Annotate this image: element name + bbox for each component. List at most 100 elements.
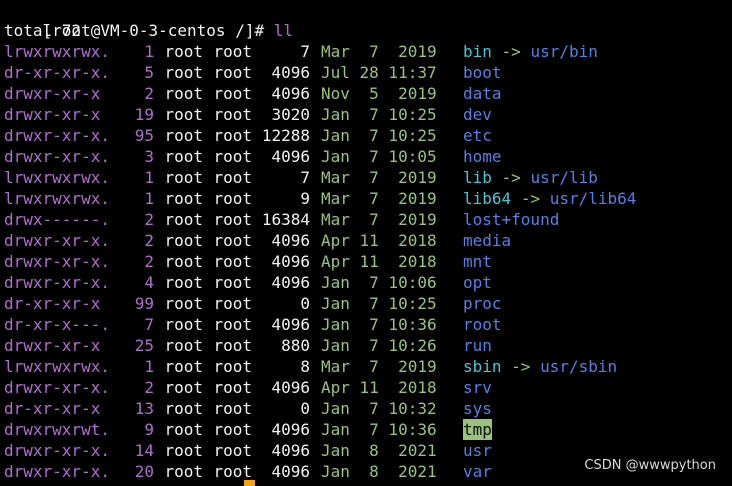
owner: root: [164, 105, 203, 124]
file-name[interactable]: etc: [463, 125, 492, 146]
listing-row: drwxr-xr-x 19 root root 3020 Jan 7 10:25 dev: [4, 104, 732, 125]
group: root: [213, 84, 252, 103]
permissions: drwxr-xr-x.: [4, 231, 110, 250]
link-count: 4: [144, 273, 154, 292]
file-name[interactable]: lib: [463, 167, 492, 188]
permissions: dr-xr-x---.: [4, 315, 110, 334]
file-name[interactable]: run: [463, 335, 492, 356]
group: root: [213, 315, 252, 334]
symlink-target: usr/bin: [530, 42, 598, 61]
group: root: [213, 336, 252, 355]
listing-row: drwxr-xr-x. 2 root root 4096 Apr 11 2018 srv: [4, 377, 732, 398]
file-name[interactable]: lost+found: [463, 209, 559, 230]
modified-date: Mar 7 2019: [321, 189, 437, 208]
modified-date: Nov 5 2019: [321, 84, 437, 103]
file-size: 0: [300, 399, 310, 418]
file-name[interactable]: media: [463, 230, 511, 251]
file-name[interactable]: srv: [463, 377, 492, 398]
group: root: [213, 189, 252, 208]
owner: root: [164, 231, 203, 250]
modified-date: Apr 11 2018: [321, 252, 437, 271]
link-count: 1: [144, 168, 154, 187]
terminal-output[interactable]: [root@VM-0-3-centos /]# ll total 72 lrwx…: [4, 0, 732, 485]
link-count: 13: [134, 399, 154, 418]
owner: root: [164, 252, 203, 271]
symlink-arrow: ->: [501, 42, 521, 61]
listing-row: lrwxrwxrwx. 1 root root 8 Mar 7 2019 sbin -> u…: [4, 356, 732, 377]
group: root: [213, 168, 252, 187]
link-count: 2: [144, 231, 154, 250]
symlink-arrow: ->: [520, 189, 541, 208]
listing-row: dr-xr-xr-x. 5 root root 4096 Jul 28 11:37 boot: [4, 62, 732, 83]
owner: root: [164, 63, 203, 82]
file-size: 12288: [261, 126, 310, 145]
owner: root: [164, 336, 203, 355]
file-name[interactable]: dev: [463, 104, 492, 125]
listing-row: drwxr-xr-x. 3 root root 4096 Jan 7 10:05 home: [4, 146, 732, 167]
modified-date: Jan 8 2021: [321, 441, 437, 460]
file-size: 4096: [271, 441, 310, 460]
file-size: 4096: [271, 84, 310, 103]
permissions: drwxr-xr-x: [4, 105, 101, 124]
link-count: 5: [144, 63, 154, 82]
permissions: dr-xr-xr-x: [4, 399, 101, 418]
link-count: 25: [134, 336, 154, 355]
group: root: [213, 420, 252, 439]
file-name[interactable]: mnt: [463, 251, 492, 272]
link-count: 1: [144, 42, 154, 61]
permissions: drwxr-xr-x.: [4, 147, 110, 166]
typed-command: ll: [273, 21, 293, 40]
modified-date: Jan 7 10:25: [321, 126, 437, 145]
owner: root: [164, 147, 203, 166]
owner: root: [164, 168, 203, 187]
modified-date: Apr 11 2018: [321, 378, 437, 397]
file-name[interactable]: var: [463, 461, 492, 482]
prompt-line: [root@VM-0-3-centos /]# ll: [4, 0, 732, 40]
modified-date: Mar 7 2019: [321, 168, 437, 187]
symlink-arrow: ->: [511, 357, 531, 376]
permissions: drwxr-xr-x: [4, 336, 101, 355]
terminal-cursor: [244, 480, 255, 486]
file-name[interactable]: bin: [463, 41, 492, 62]
link-count: 14: [134, 441, 154, 460]
owner: root: [164, 126, 203, 145]
listing-row: drwxr-xr-x. 95 root root 12288 Jan 7 10:25 etc: [4, 125, 732, 146]
modified-date: Jan 7 10:25: [321, 294, 437, 313]
listing-row: dr-xr-x---. 7 root root 4096 Jan 7 10:36 root: [4, 314, 732, 335]
file-name[interactable]: sys: [463, 398, 492, 419]
modified-date: Jan 7 10:26: [321, 336, 437, 355]
file-name[interactable]: tmp: [463, 419, 492, 440]
file-size: 4096: [271, 231, 310, 250]
file-name[interactable]: boot: [463, 62, 502, 83]
link-count: 3: [144, 147, 154, 166]
file-size: 8: [300, 357, 310, 376]
group: root: [213, 252, 252, 271]
group: root: [213, 378, 252, 397]
listing-row: lrwxrwxrwx. 1 root root 9 Mar 7 2019 lib64 -> …: [4, 188, 732, 209]
file-name[interactable]: sbin: [463, 356, 502, 377]
symlink-arrow: ->: [501, 168, 521, 187]
file-name[interactable]: usr: [463, 440, 492, 461]
permissions: drwxrwxrwt.: [4, 420, 110, 439]
link-count: 1: [144, 189, 154, 208]
file-size: 4096: [271, 420, 310, 439]
file-name[interactable]: root: [463, 314, 502, 335]
listing-row: drwxr-xr-x 25 root root 880 Jan 7 10:26 run: [4, 335, 732, 356]
owner: root: [164, 378, 203, 397]
modified-date: Jan 7 10:36: [321, 315, 437, 334]
file-name[interactable]: proc: [463, 293, 502, 314]
owner: root: [164, 294, 203, 313]
file-name[interactable]: home: [463, 146, 502, 167]
group: root: [213, 42, 252, 61]
symlink-target: usr/lib64: [549, 189, 637, 208]
file-name[interactable]: data: [463, 83, 502, 104]
listing-row: dr-xr-xr-x 99 root root 0 Jan 7 10:25 proc: [4, 293, 732, 314]
owner: root: [164, 273, 203, 292]
file-name[interactable]: lib64: [463, 188, 511, 209]
permissions: drwxr-xr-x.: [4, 126, 110, 145]
permissions: drwxr-xr-x.: [4, 378, 110, 397]
file-name[interactable]: opt: [463, 272, 492, 293]
owner: root: [164, 357, 203, 376]
permissions: lrwxrwxrwx.: [4, 357, 110, 376]
group: root: [213, 357, 252, 376]
